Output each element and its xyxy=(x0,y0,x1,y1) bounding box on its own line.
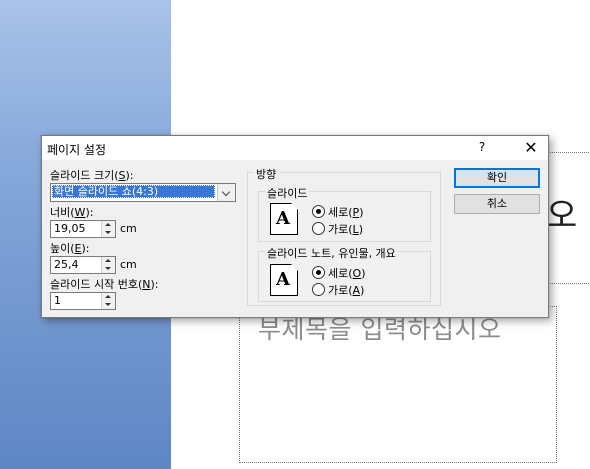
help-button[interactable]: ? xyxy=(474,140,490,156)
height-unit: cm xyxy=(120,258,137,271)
notes-landscape-radio[interactable] xyxy=(312,283,325,296)
orientation-label: 방향 xyxy=(254,166,279,182)
dialog-title: 페이지 설정 xyxy=(47,143,107,157)
ok-button[interactable]: 확인 xyxy=(454,168,540,188)
cancel-button[interactable]: 취소 xyxy=(454,194,540,214)
notes-portrait-radio[interactable] xyxy=(312,266,325,279)
start-number-label: 슬라이드 시작 번호(N): xyxy=(50,278,159,291)
portrait-page-icon: A xyxy=(270,264,298,296)
close-icon[interactable]: ✕ xyxy=(516,138,546,158)
chevron-down-icon[interactable] xyxy=(217,184,235,201)
portrait-page-icon: A xyxy=(270,203,298,235)
page-setup-dialog: 페이지 설정 ? ✕ 슬라이드 크기(S): 화면 슬라이드 쇼(4:3) 너비… xyxy=(41,135,549,318)
slides-landscape-label: 가로(L) xyxy=(328,223,363,236)
notes-landscape-label: 가로(A) xyxy=(328,284,365,297)
height-stepper[interactable]: 25,4 xyxy=(50,256,116,274)
height-decrement-button[interactable] xyxy=(102,265,115,273)
start-number-value: 1 xyxy=(54,294,61,307)
dialog-titlebar: 페이지 설정 ? ✕ xyxy=(42,136,548,160)
slides-orientation-label: 슬라이드 xyxy=(265,185,310,201)
slides-portrait-radio[interactable] xyxy=(312,205,325,218)
start-number-stepper[interactable]: 1 xyxy=(50,292,116,310)
width-decrement-button[interactable] xyxy=(102,229,115,237)
slide-size-select[interactable]: 화면 슬라이드 쇼(4:3) xyxy=(50,183,236,202)
slide-size-value: 화면 슬라이드 쇼(4:3) xyxy=(52,185,215,198)
slide-size-label: 슬라이드 크기(S): xyxy=(50,169,134,182)
height-label: 높이(E): xyxy=(50,242,90,255)
notes-portrait-label: 세로(O) xyxy=(328,267,366,280)
width-label: 너비(W): xyxy=(50,206,94,219)
width-value: 19,05 xyxy=(54,222,86,235)
height-value: 25,4 xyxy=(54,258,79,271)
width-stepper[interactable]: 19,05 xyxy=(50,220,116,238)
notes-orientation-label: 슬라이드 노트, 유인물, 개요 xyxy=(265,245,398,261)
start-number-decrement-button[interactable] xyxy=(102,301,115,309)
slides-portrait-label: 세로(P) xyxy=(328,206,364,219)
width-unit: cm xyxy=(120,222,137,235)
title-placeholder-text: 오 xyxy=(546,196,578,236)
slides-landscape-radio[interactable] xyxy=(312,222,325,235)
